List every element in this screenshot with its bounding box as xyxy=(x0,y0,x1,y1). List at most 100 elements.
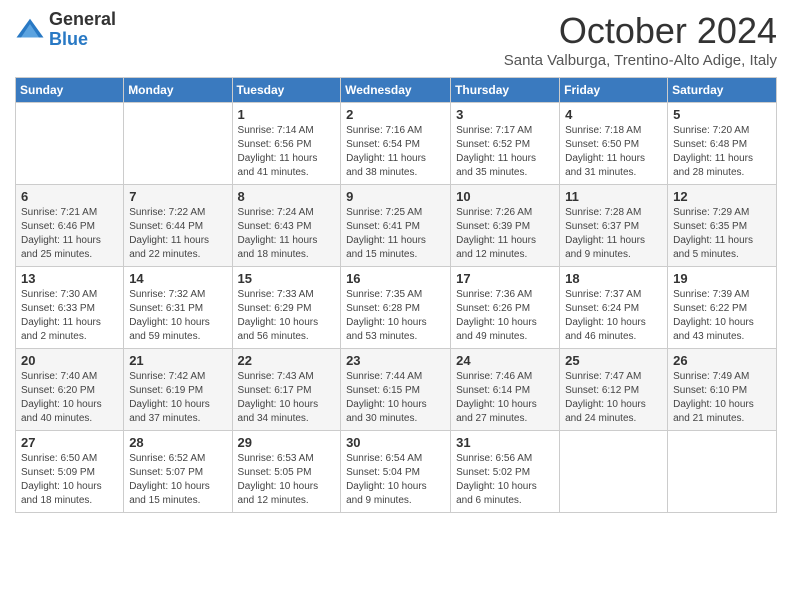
day-info: Sunrise: 7:17 AMSunset: 6:52 PMDaylight:… xyxy=(456,124,554,180)
calendar-cell: 27 Sunrise: 6:50 AMSunset: 5:09 PMDayligh… xyxy=(16,431,124,513)
day-info: Sunrise: 7:20 AMSunset: 6:48 PMDaylight:… xyxy=(673,124,771,180)
day-info: Sunrise: 7:24 AMSunset: 6:43 PMDaylight:… xyxy=(238,206,336,262)
day-number: 27 xyxy=(21,435,118,450)
day-number: 11 xyxy=(565,189,662,204)
day-info: Sunrise: 7:29 AMSunset: 6:35 PMDaylight:… xyxy=(673,206,771,262)
day-number: 29 xyxy=(238,435,336,450)
day-number: 22 xyxy=(238,353,336,368)
calendar-cell: 18Sunrise: 7:37 AMSunset: 6:24 PMDayligh… xyxy=(560,267,668,349)
day-info: Sunrise: 7:28 AMSunset: 6:37 PMDaylight:… xyxy=(565,206,662,262)
calendar-cell: 12 Sunrise: 7:29 AMSunset: 6:35 PMDayligh… xyxy=(668,185,777,267)
header-friday: Friday xyxy=(560,78,668,103)
day-number: 23 xyxy=(346,353,445,368)
calendar-cell: 4 Sunrise: 7:18 AMSunset: 6:50 PMDaylight… xyxy=(560,103,668,185)
calendar-cell: 6 Sunrise: 7:21 AMSunset: 6:46 PMDaylight… xyxy=(16,185,124,267)
calendar-cell: 22 Sunrise: 7:43 AMSunset: 6:17 PMDayligh… xyxy=(232,349,341,431)
day-number: 17 xyxy=(456,271,554,286)
calendar-cell: 16Sunrise: 7:35 AMSunset: 6:28 PMDayligh… xyxy=(341,267,451,349)
calendar-cell: 30Sunrise: 6:54 AMSunset: 5:04 PMDayligh… xyxy=(341,431,451,513)
header-wednesday: Wednesday xyxy=(341,78,451,103)
day-info: Sunrise: 7:18 AMSunset: 6:50 PMDaylight:… xyxy=(565,124,662,180)
day-number: 2 xyxy=(346,107,445,122)
header-monday: Monday xyxy=(124,78,232,103)
day-info: Sunrise: 7:42 AMSunset: 6:19 PMDaylight:… xyxy=(129,370,226,426)
day-info: Sunrise: 7:37 AMSunset: 6:24 PMDaylight:… xyxy=(565,288,662,344)
calendar-cell: 2 Sunrise: 7:16 AMSunset: 6:54 PMDaylight… xyxy=(341,103,451,185)
day-info: Sunrise: 7:33 AMSunset: 6:29 PMDaylight:… xyxy=(238,288,336,344)
calendar-cell: 14Sunrise: 7:32 AMSunset: 6:31 PMDayligh… xyxy=(124,267,232,349)
calendar-cell: 25 Sunrise: 7:47 AMSunset: 6:12 PMDayligh… xyxy=(560,349,668,431)
day-number: 15 xyxy=(238,271,336,286)
calendar-cell: 26 Sunrise: 7:49 AMSunset: 6:10 PMDayligh… xyxy=(668,349,777,431)
day-number: 8 xyxy=(238,189,336,204)
week-row-1: 1Sunrise: 7:14 AMSunset: 6:56 PMDaylight… xyxy=(16,103,777,185)
day-info: Sunrise: 6:56 AMSunset: 5:02 PMDaylight:… xyxy=(456,452,554,508)
logo-icon xyxy=(15,15,45,45)
location-title: Santa Valburga, Trentino-Alto Adige, Ita… xyxy=(504,52,777,69)
day-number: 19 xyxy=(673,271,771,286)
day-info: Sunrise: 7:25 AMSunset: 6:41 PMDaylight:… xyxy=(346,206,445,262)
calendar-cell: 9 Sunrise: 7:25 AMSunset: 6:41 PMDaylight… xyxy=(341,185,451,267)
day-number: 20 xyxy=(21,353,118,368)
day-number: 24 xyxy=(456,353,554,368)
day-info: Sunrise: 7:43 AMSunset: 6:17 PMDaylight:… xyxy=(238,370,336,426)
logo-blue-text: Blue xyxy=(49,30,116,50)
day-info: Sunrise: 7:16 AMSunset: 6:54 PMDaylight:… xyxy=(346,124,445,180)
calendar-cell: 20Sunrise: 7:40 AMSunset: 6:20 PMDayligh… xyxy=(16,349,124,431)
week-row-5: 27 Sunrise: 6:50 AMSunset: 5:09 PMDayligh… xyxy=(16,431,777,513)
day-number: 6 xyxy=(21,189,118,204)
calendar-cell: 24 Sunrise: 7:46 AMSunset: 6:14 PMDayligh… xyxy=(451,349,560,431)
day-info: Sunrise: 7:36 AMSunset: 6:26 PMDaylight:… xyxy=(456,288,554,344)
day-info: Sunrise: 7:39 AMSunset: 6:22 PMDaylight:… xyxy=(673,288,771,344)
logo-text: General Blue xyxy=(49,10,116,50)
calendar-cell: 19 Sunrise: 7:39 AMSunset: 6:22 PMDayligh… xyxy=(668,267,777,349)
day-info: Sunrise: 7:26 AMSunset: 6:39 PMDaylight:… xyxy=(456,206,554,262)
day-number: 31 xyxy=(456,435,554,450)
calendar-cell: 5 Sunrise: 7:20 AMSunset: 6:48 PMDaylight… xyxy=(668,103,777,185)
month-title: October 2024 xyxy=(504,10,777,52)
day-number: 12 xyxy=(673,189,771,204)
header-tuesday: Tuesday xyxy=(232,78,341,103)
day-info: Sunrise: 7:49 AMSunset: 6:10 PMDaylight:… xyxy=(673,370,771,426)
calendar-cell xyxy=(668,431,777,513)
page-header: General Blue October 2024 Santa Valburga… xyxy=(15,10,777,69)
day-info: Sunrise: 7:44 AMSunset: 6:15 PMDaylight:… xyxy=(346,370,445,426)
day-number: 1 xyxy=(238,107,336,122)
day-number: 25 xyxy=(565,353,662,368)
calendar-cell: 1Sunrise: 7:14 AMSunset: 6:56 PMDaylight… xyxy=(232,103,341,185)
day-info: Sunrise: 6:54 AMSunset: 5:04 PMDaylight:… xyxy=(346,452,445,508)
calendar-cell: 10 Sunrise: 7:26 AMSunset: 6:39 PMDayligh… xyxy=(451,185,560,267)
day-number: 4 xyxy=(565,107,662,122)
calendar-cell: 15 Sunrise: 7:33 AMSunset: 6:29 PMDayligh… xyxy=(232,267,341,349)
header-row: SundayMondayTuesdayWednesdayThursdayFrid… xyxy=(16,78,777,103)
day-info: Sunrise: 7:47 AMSunset: 6:12 PMDaylight:… xyxy=(565,370,662,426)
day-number: 16 xyxy=(346,271,445,286)
day-number: 10 xyxy=(456,189,554,204)
week-row-2: 6 Sunrise: 7:21 AMSunset: 6:46 PMDaylight… xyxy=(16,185,777,267)
calendar-cell: 31 Sunrise: 6:56 AMSunset: 5:02 PMDayligh… xyxy=(451,431,560,513)
day-info: Sunrise: 6:52 AMSunset: 5:07 PMDaylight:… xyxy=(129,452,226,508)
header-thursday: Thursday xyxy=(451,78,560,103)
calendar-cell: 13Sunrise: 7:30 AMSunset: 6:33 PMDayligh… xyxy=(16,267,124,349)
calendar-table: SundayMondayTuesdayWednesdayThursdayFrid… xyxy=(15,77,777,513)
calendar-cell: 7Sunrise: 7:22 AMSunset: 6:44 PMDaylight… xyxy=(124,185,232,267)
calendar-cell: 28 Sunrise: 6:52 AMSunset: 5:07 PMDayligh… xyxy=(124,431,232,513)
day-number: 9 xyxy=(346,189,445,204)
calendar-cell: 21Sunrise: 7:42 AMSunset: 6:19 PMDayligh… xyxy=(124,349,232,431)
day-info: Sunrise: 6:50 AMSunset: 5:09 PMDaylight:… xyxy=(21,452,118,508)
calendar-cell: 11 Sunrise: 7:28 AMSunset: 6:37 PMDayligh… xyxy=(560,185,668,267)
day-info: Sunrise: 7:21 AMSunset: 6:46 PMDaylight:… xyxy=(21,206,118,262)
calendar-cell: 8 Sunrise: 7:24 AMSunset: 6:43 PMDaylight… xyxy=(232,185,341,267)
day-info: Sunrise: 6:53 AMSunset: 5:05 PMDaylight:… xyxy=(238,452,336,508)
day-number: 26 xyxy=(673,353,771,368)
day-number: 5 xyxy=(673,107,771,122)
logo-general-text: General xyxy=(49,10,116,30)
day-number: 13 xyxy=(21,271,118,286)
day-info: Sunrise: 7:46 AMSunset: 6:14 PMDaylight:… xyxy=(456,370,554,426)
day-number: 3 xyxy=(456,107,554,122)
calendar-cell: 23 Sunrise: 7:44 AMSunset: 6:15 PMDayligh… xyxy=(341,349,451,431)
week-row-4: 20Sunrise: 7:40 AMSunset: 6:20 PMDayligh… xyxy=(16,349,777,431)
day-number: 28 xyxy=(129,435,226,450)
title-section: October 2024 Santa Valburga, Trentino-Al… xyxy=(504,10,777,69)
calendar-cell: 29 Sunrise: 6:53 AMSunset: 5:05 PMDayligh… xyxy=(232,431,341,513)
